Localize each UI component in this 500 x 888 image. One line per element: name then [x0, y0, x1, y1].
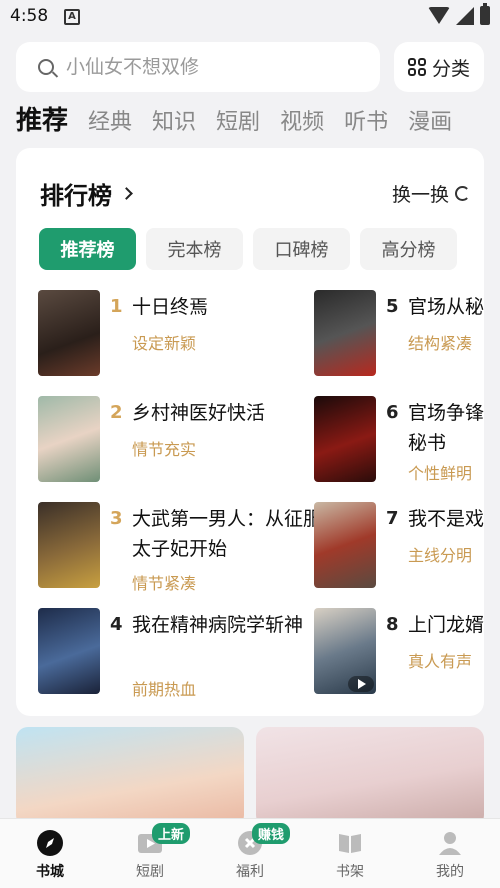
- book-item[interactable]: 1 十日终焉 设定新颖: [38, 290, 318, 378]
- book-title: 官场从秘: [408, 296, 484, 318]
- book-rank: 1: [110, 296, 123, 317]
- book-cover: [38, 290, 100, 376]
- status-bar: 4:58 A: [0, 0, 500, 34]
- book-cover: [314, 608, 376, 694]
- book-tag: 前期热血: [132, 680, 197, 699]
- book-rank: 8: [386, 614, 399, 635]
- category-button[interactable]: 分类: [394, 42, 484, 92]
- ranking-book-list: 1 十日终焉 设定新颖 2 乡村神医好快活 情节充实 3 大武第一男人：从征服太…: [16, 148, 484, 716]
- book-rank: 7: [386, 508, 399, 529]
- search-bar[interactable]: [16, 42, 380, 92]
- play-icon: [348, 676, 374, 692]
- search-icon: [38, 59, 54, 75]
- channel-tabs: 推荐 经典 知识 短剧 视频 听书 漫画: [16, 100, 452, 137]
- book-title: 我在精神病院学斩神: [132, 614, 304, 636]
- book-item[interactable]: 5 官场从秘 结构紧凑: [314, 290, 484, 378]
- book-title: 十日终焉: [132, 296, 209, 318]
- tab-classic[interactable]: 经典: [88, 104, 132, 136]
- nav-short-drama[interactable]: 短剧 上新: [100, 819, 200, 888]
- status-time: 4:58: [10, 6, 49, 26]
- tab-video[interactable]: 视频: [280, 104, 324, 136]
- promo-banner-right[interactable]: [256, 727, 484, 827]
- book-tag: 设定新颖: [132, 334, 197, 353]
- book-item[interactable]: 6 官场争锋记的秘书 个性鲜明: [314, 396, 484, 484]
- book-title: 上门龙婿: [408, 614, 484, 636]
- book-title: 乡村神医好快活: [132, 402, 266, 424]
- nav-profile[interactable]: 我的: [400, 819, 500, 888]
- nav-welfare[interactable]: 福利 赚钱: [200, 819, 300, 888]
- bottom-nav: 书城 短剧 上新 福利 赚钱 书架 我的: [0, 818, 500, 888]
- compass-icon: [37, 830, 63, 856]
- book-cover: [314, 502, 376, 588]
- category-label: 分类: [431, 57, 470, 80]
- nav-bookshelf[interactable]: 书架: [300, 819, 400, 888]
- book-tag: 情节紧凑: [132, 574, 197, 593]
- book-item[interactable]: 8 上门龙婿 真人有声: [314, 608, 484, 696]
- book-item[interactable]: 2 乡村神医好快活 情节充实: [38, 396, 318, 484]
- tab-recommend[interactable]: 推荐: [16, 100, 68, 137]
- signal-icon: [456, 6, 474, 25]
- book-cover: [38, 502, 100, 588]
- book-cover: [314, 290, 376, 376]
- tab-short-drama[interactable]: 短剧: [216, 104, 260, 136]
- book-tag: 个性鲜明: [408, 464, 473, 483]
- new-badge: 上新: [152, 823, 191, 844]
- book-item[interactable]: 3 大武第一男人：从征服太子妃开始 情节紧凑: [38, 502, 322, 593]
- book-rank: 2: [110, 402, 123, 423]
- user-icon: [439, 832, 461, 855]
- promo-banner-left[interactable]: [16, 727, 244, 827]
- book-tag: 情节充实: [132, 440, 197, 459]
- book-rank: 3: [110, 508, 123, 529]
- book-title: 我不是戏: [408, 508, 484, 530]
- wifi-icon: [428, 7, 450, 24]
- book-title: 大武第一男人：从征服太子妃开始: [132, 508, 323, 560]
- tab-comic[interactable]: 漫画: [408, 104, 452, 136]
- grid-icon: [407, 58, 426, 76]
- book-cover: [38, 396, 100, 482]
- book-rank: 6: [386, 402, 399, 423]
- battery-icon: [480, 3, 490, 25]
- book-cover: [38, 608, 100, 694]
- ranking-card: 排行榜 换一换 推荐榜 完本榜 口碑榜 高分榜 1 十日终焉 设定新颖 2 乡村…: [16, 148, 484, 716]
- book-tag: 主线分明: [408, 546, 473, 565]
- book-rank: 4: [110, 614, 123, 635]
- tab-audiobook[interactable]: 听书: [344, 104, 388, 136]
- book-icon: [339, 834, 361, 853]
- search-input[interactable]: [66, 56, 346, 78]
- book-title: 官场争锋记的秘书: [408, 402, 484, 454]
- nav-bookstore[interactable]: 书城: [0, 819, 100, 888]
- app-notification-icon: A: [64, 9, 80, 25]
- earn-badge: 赚钱: [252, 823, 291, 844]
- book-rank: 5: [386, 296, 399, 317]
- book-tag: 结构紧凑: [408, 334, 473, 353]
- book-cover: [314, 396, 376, 482]
- book-item[interactable]: 7 我不是戏 主线分明: [314, 502, 484, 590]
- tab-knowledge[interactable]: 知识: [152, 104, 196, 136]
- book-tag: 真人有声: [408, 652, 473, 671]
- book-item[interactable]: 4 我在精神病院学斩神 前期热血: [38, 608, 318, 699]
